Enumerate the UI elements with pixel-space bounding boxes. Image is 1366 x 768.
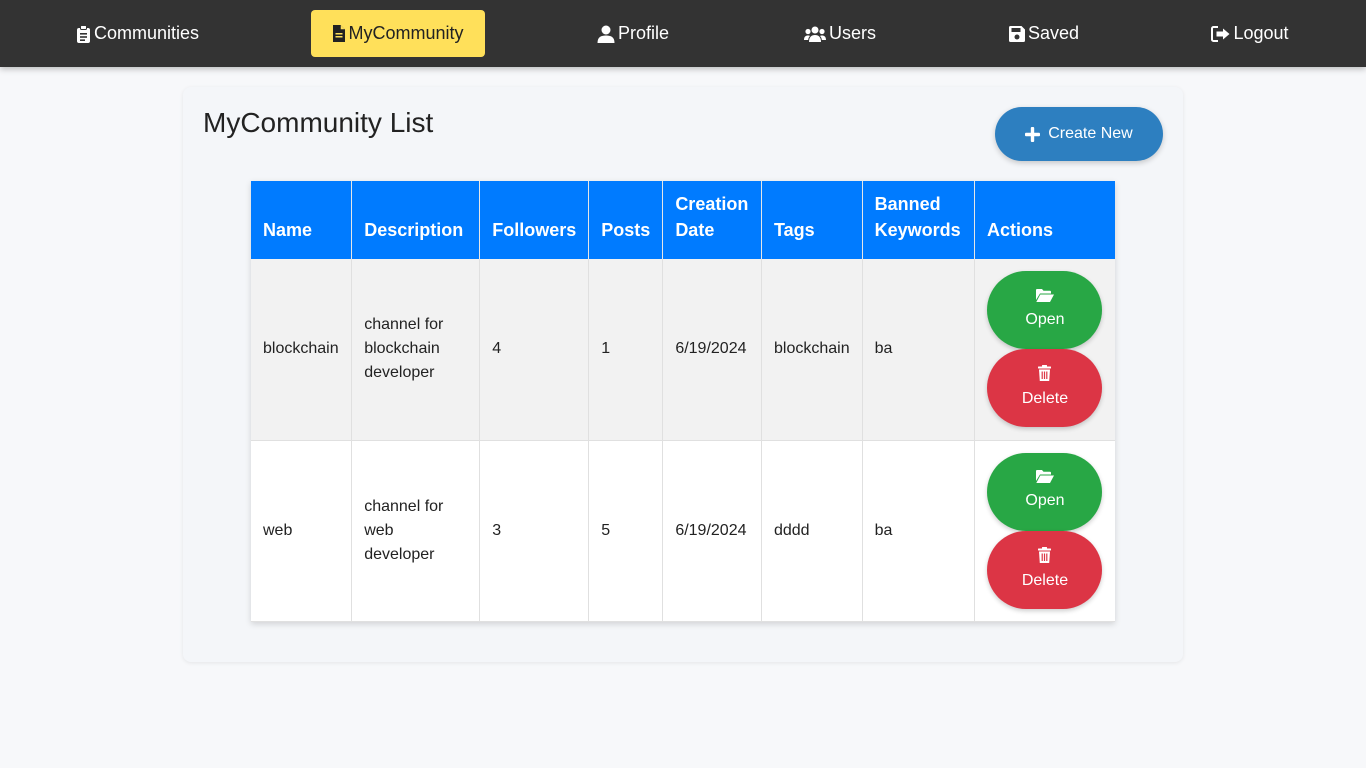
cell-tags: dddd <box>761 440 863 622</box>
open-label: Open <box>1025 310 1065 328</box>
nav-mycommunity-label: MyCommunity <box>348 23 464 43</box>
open-button[interactable]: Open <box>987 452 1103 531</box>
nav-communities[interactable]: Communities <box>64 10 211 57</box>
nav-mycommunity[interactable]: MyCommunity <box>311 10 485 57</box>
nav-profile[interactable]: Profile <box>586 10 680 57</box>
cell-banned-keywords: ba <box>862 259 975 441</box>
users-icon <box>803 26 826 42</box>
col-header-creation-date[interactable]: Creation Date <box>662 181 762 259</box>
plus-icon <box>1025 126 1041 142</box>
col-header-followers[interactable]: Followers <box>479 181 590 259</box>
table-row: blockchain channel for blockchain develo… <box>251 259 1115 441</box>
nav-users[interactable]: Users <box>793 10 887 57</box>
nav-saved[interactable]: Saved <box>997 10 1091 57</box>
col-header-posts[interactable]: Posts <box>588 181 664 259</box>
nav-profile-label: Profile <box>617 23 670 43</box>
floppy-disk-icon <box>1008 25 1025 42</box>
open-button[interactable]: Open <box>987 271 1103 350</box>
row-actions: Open Delete <box>987 452 1103 609</box>
create-new-button[interactable]: Create New <box>995 107 1163 161</box>
cell-description: channel for web developer <box>351 440 481 622</box>
file-icon <box>332 25 346 42</box>
nav-users-label: Users <box>828 23 876 43</box>
cell-actions: Open Delete <box>974 259 1115 441</box>
nav-logout[interactable]: Logout <box>1200 10 1300 57</box>
table-row: web channel for web developer 3 5 6/19/2… <box>251 440 1115 622</box>
cell-banned-keywords: ba <box>862 440 975 622</box>
create-new-label: Create New <box>1048 125 1133 142</box>
nav-communities-label: Communities <box>93 23 200 43</box>
delete-label: Delete <box>1021 571 1069 589</box>
col-header-name[interactable]: Name <box>251 181 353 259</box>
open-label: Open <box>1025 492 1065 509</box>
cell-posts: 5 <box>588 440 664 622</box>
nav-saved-label: Saved <box>1027 23 1080 43</box>
community-table: Name Description Followers Posts Creatio… <box>251 181 1115 622</box>
col-header-banned-keywords[interactable]: Banned Keywords <box>862 181 975 259</box>
delete-button[interactable]: Delete <box>987 349 1103 428</box>
trash-icon <box>1038 546 1052 563</box>
mycommunity-card: MyCommunity List Create New Name Descrip… <box>183 87 1183 662</box>
cell-followers: 4 <box>479 259 590 441</box>
table-header-row: Name Description Followers Posts Creatio… <box>251 181 1115 259</box>
user-icon <box>597 25 615 43</box>
cell-name: blockchain <box>251 259 353 441</box>
cell-tags: blockchain <box>761 259 863 441</box>
cell-name: web <box>251 440 353 622</box>
cell-posts: 1 <box>588 259 664 441</box>
clipboard-list-icon <box>76 24 91 43</box>
cell-creation-date: 6/19/2024 <box>662 259 762 441</box>
col-header-tags[interactable]: Tags <box>761 181 863 259</box>
col-header-actions: Actions <box>974 181 1115 259</box>
folder-open-icon <box>1035 470 1054 483</box>
delete-label: Delete <box>1021 390 1069 408</box>
cell-actions: Open Delete <box>974 440 1115 622</box>
top-navbar: Communities MyCommunity Profile Users Sa… <box>0 0 1366 67</box>
col-header-description[interactable]: Description <box>351 181 481 259</box>
cell-followers: 3 <box>479 440 590 622</box>
trash-icon <box>1038 365 1052 382</box>
row-actions: Open Delete <box>987 271 1103 428</box>
delete-button[interactable]: Delete <box>987 530 1103 609</box>
cell-description: channel for blockchain developer <box>351 259 481 441</box>
folder-open-icon <box>1035 288 1054 302</box>
nav-logout-label: Logout <box>1233 23 1289 43</box>
cell-creation-date: 6/19/2024 <box>662 440 762 622</box>
sign-out-icon <box>1211 25 1230 42</box>
page-title: MyCommunity List <box>203 107 434 138</box>
